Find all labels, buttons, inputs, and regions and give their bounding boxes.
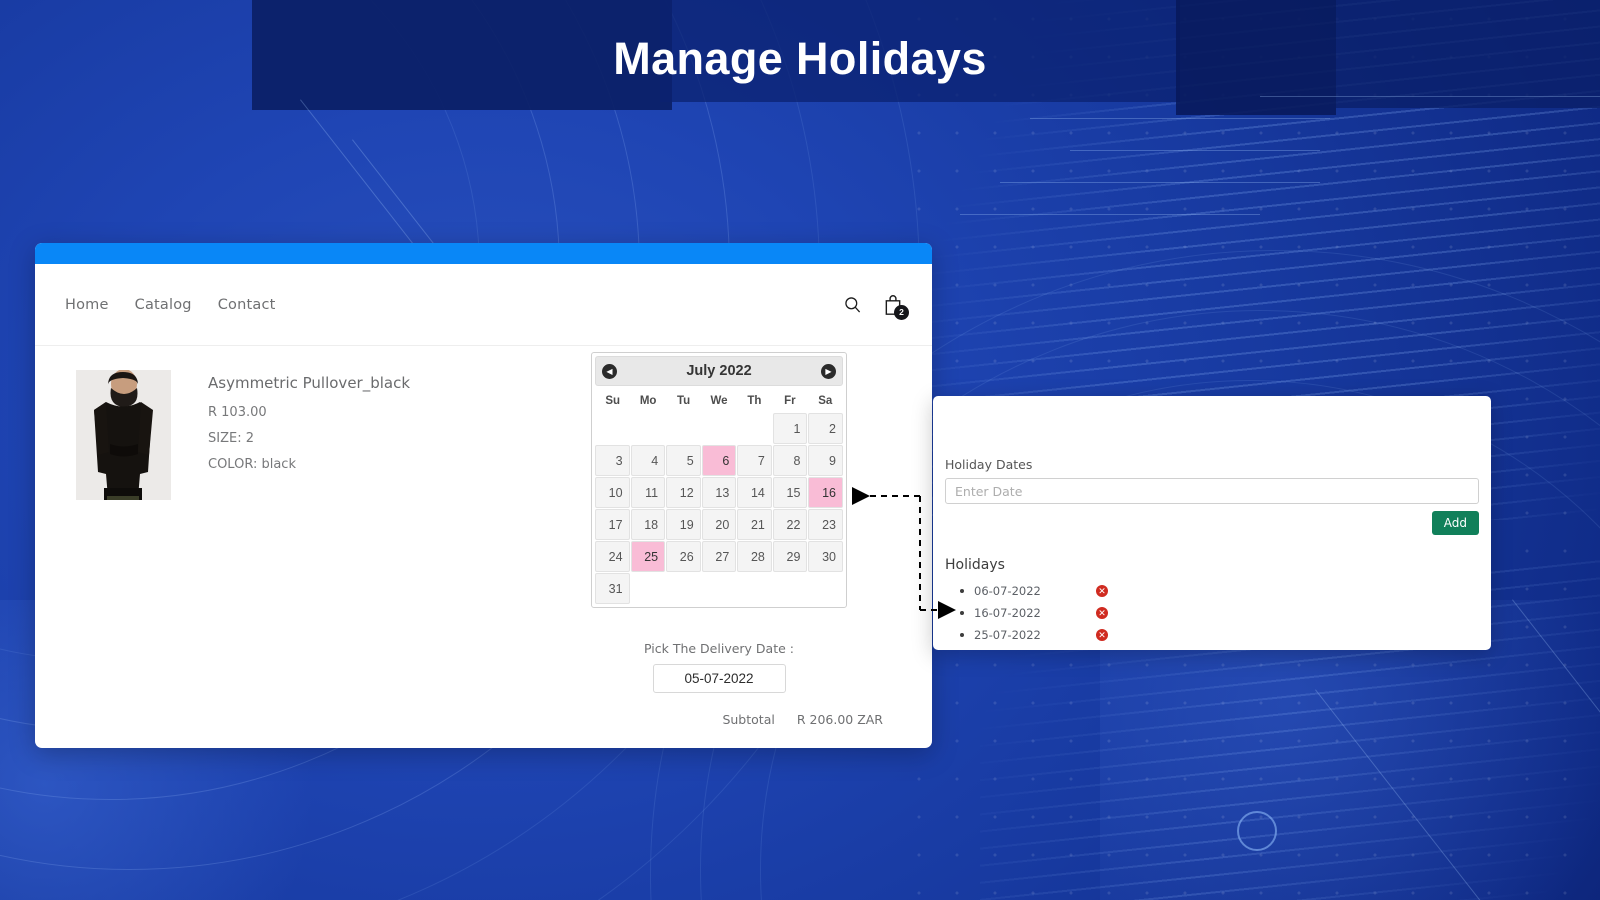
calendar-day-31[interactable]: 31 xyxy=(595,573,630,604)
calendar-day-5[interactable]: 5 xyxy=(666,445,701,476)
subtotal-label: Subtotal xyxy=(722,712,775,727)
calendar-day-11[interactable]: 11 xyxy=(630,477,666,508)
holiday-date-text: 25-07-2022 xyxy=(974,628,1041,642)
calendar-day-4[interactable]: 4 xyxy=(630,445,666,476)
product-details: Asymmetric Pullover_black R 103.00 SIZE:… xyxy=(208,374,410,483)
calendar-day-15[interactable]: 15 xyxy=(772,477,808,508)
calendar-day-28[interactable]: 28 xyxy=(737,541,772,572)
holiday-dates-label: Holiday Dates xyxy=(945,457,1033,472)
list-bullet xyxy=(960,633,964,637)
product-color: COLOR: black xyxy=(208,457,296,472)
cart-icon[interactable]: 2 xyxy=(883,294,909,320)
calendar-blank-cell xyxy=(631,413,666,444)
calendar-day-24[interactable]: 24 xyxy=(595,541,630,572)
screen: Manage Holidays Home Catalog Contact 2 A… xyxy=(0,0,1600,900)
holiday-admin-card: Holiday Dates Add Holidays 06-07-2022✕16… xyxy=(933,396,1491,650)
calendar-day-19[interactable]: 19 xyxy=(666,509,701,540)
calendar-day-30[interactable]: 30 xyxy=(808,541,843,572)
add-holiday-button[interactable]: Add xyxy=(1431,511,1479,535)
holidays-heading: Holidays xyxy=(945,557,1005,573)
calendar-month-title: July 2022 xyxy=(686,363,752,379)
nav-link-catalog[interactable]: Catalog xyxy=(135,297,192,313)
add-button-row: Add xyxy=(945,511,1479,535)
calendar-blank-cell xyxy=(666,413,701,444)
calendar-day-22[interactable]: 22 xyxy=(772,509,808,540)
navbar-icons: 2 xyxy=(843,294,909,320)
calendar-day-17[interactable]: 17 xyxy=(595,509,630,540)
page-title: Manage Holidays xyxy=(613,33,987,84)
chevron-right-icon[interactable]: ▶ xyxy=(821,363,836,379)
calendar-day-20[interactable]: 20 xyxy=(701,509,737,540)
storefront-navbar: Home Catalog Contact 2 xyxy=(35,264,932,346)
subtotal-value: R 206.00 ZAR xyxy=(796,712,883,727)
delete-circle-icon[interactable]: ✕ xyxy=(1096,585,1108,597)
calendar-weekday-su: Su xyxy=(605,395,621,407)
holiday-date-input[interactable] xyxy=(945,478,1479,504)
calendar-day-12[interactable]: 12 xyxy=(666,477,701,508)
list-bullet xyxy=(960,589,964,593)
calendar-weekday-sa: Sa xyxy=(818,395,833,407)
search-icon[interactable] xyxy=(843,295,862,314)
calendar-day-2[interactable]: 2 xyxy=(808,413,843,444)
list-bullet xyxy=(960,611,964,615)
cart-count-badge: 2 xyxy=(894,304,909,320)
delivery-date-label: Pick The Delivery Date : xyxy=(644,641,794,656)
calendar-weekday-th: Th xyxy=(747,395,762,407)
calendar-day-29[interactable]: 29 xyxy=(772,541,808,572)
holiday-date-text: 16-07-2022 xyxy=(974,606,1041,620)
storefront-accent-bar xyxy=(35,243,932,264)
calendar-day-26[interactable]: 26 xyxy=(666,541,701,572)
calendar-day-27[interactable]: 27 xyxy=(701,541,737,572)
calendar-day-1[interactable]: 1 xyxy=(772,413,808,444)
delivery-date-block: Pick The Delivery Date : 05-07-2022 xyxy=(591,641,847,693)
holiday-list-item: 16-07-2022 ✕ xyxy=(945,602,1479,624)
calendar-day-13[interactable]: 13 xyxy=(701,477,737,508)
holiday-list: 06-07-2022 ✕ 16-07-2022 ✕ 25-07-2022 ✕ xyxy=(945,580,1479,646)
storefront-body: Asymmetric Pullover_black R 103.00 SIZE:… xyxy=(35,346,932,748)
calendar-day-21[interactable]: 21 xyxy=(737,509,772,540)
calendar-day-18[interactable]: 18 xyxy=(630,509,666,540)
delivery-date-value[interactable]: 05-07-2022 xyxy=(652,664,786,693)
subtotal-row: Subtotal R 206.00 ZAR xyxy=(722,712,883,727)
product-title: Asymmetric Pullover_black xyxy=(208,374,411,392)
product-thumbnail xyxy=(76,370,171,500)
calendar-header: ◀ July 2022 ▶ xyxy=(595,356,843,386)
calendar-weekday-tu: Tu xyxy=(676,395,691,407)
calendar-day-3[interactable]: 3 xyxy=(595,445,630,476)
calendar-day-7[interactable]: 7 xyxy=(737,445,772,476)
storefront-card: Home Catalog Contact 2 Asymmetric Pullov… xyxy=(35,243,932,748)
delete-circle-icon[interactable]: ✕ xyxy=(1096,607,1108,619)
product-price: R 103.00 xyxy=(208,405,267,420)
calendar-weekday-fr: Fr xyxy=(784,395,796,407)
chevron-left-icon[interactable]: ◀ xyxy=(602,363,617,379)
calendar-day-10[interactable]: 10 xyxy=(595,477,630,508)
holiday-list-item: 25-07-2022 ✕ xyxy=(945,624,1479,646)
holiday-date-text: 06-07-2022 xyxy=(974,584,1041,598)
calendar-blank-cell xyxy=(702,413,737,444)
calendar-day-grid: 1 2 3 4 5 6 7 8 9 10 11 12 13 14 15 16 17 18 19 20 21 22 23 24 2… xyxy=(595,413,843,604)
background-ring-icon xyxy=(1237,811,1277,851)
nav-link-contact[interactable]: Contact xyxy=(218,297,276,313)
product-size: SIZE: 2 xyxy=(208,431,254,446)
calendar-day-25[interactable]: 25 xyxy=(630,541,666,572)
calendar-weekday-we: We xyxy=(710,395,728,407)
delete-circle-icon[interactable]: ✕ xyxy=(1096,629,1108,641)
calendar-blank-cell xyxy=(595,413,630,444)
calendar-day-9[interactable]: 9 xyxy=(808,445,843,476)
calendar-weekday-row: Su Mo Tu We Th Fr Sa xyxy=(595,386,843,413)
calendar-day-23[interactable]: 23 xyxy=(808,509,843,540)
datepicker-calendar[interactable]: ◀ July 2022 ▶ Su Mo Tu We Th Fr Sa 1 2 3 4 5 6 7 8 9 10… xyxy=(591,352,847,608)
calendar-day-14[interactable]: 14 xyxy=(737,477,772,508)
calendar-day-8[interactable]: 8 xyxy=(772,445,808,476)
nav-link-home[interactable]: Home xyxy=(65,297,109,313)
calendar-day-16[interactable]: 16 xyxy=(808,477,843,508)
nav-links: Home Catalog Contact xyxy=(65,297,276,313)
calendar-blank-cell xyxy=(737,413,772,444)
calendar-weekday-mo: Mo xyxy=(639,395,657,407)
calendar-day-6[interactable]: 6 xyxy=(701,445,737,476)
holiday-list-item: 06-07-2022 ✕ xyxy=(945,580,1479,602)
